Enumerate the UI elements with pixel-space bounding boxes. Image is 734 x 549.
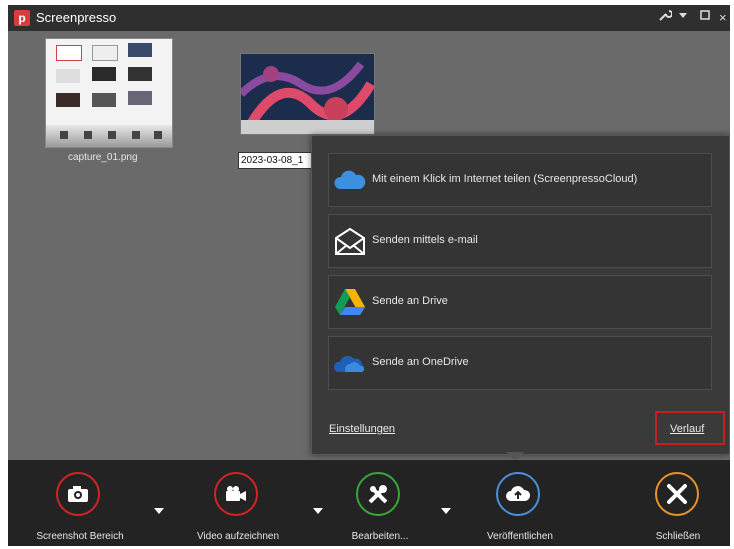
toolbar-button-label: Schließen [655,531,701,542]
video-options-dropdown[interactable] [313,508,323,514]
record-video-button[interactable]: Video aufzeichnen [197,460,286,546]
share-option-label: Mit einem Klick im Internet teilen (Scre… [372,173,638,185]
maximize-icon[interactable] [700,8,710,28]
settings-link[interactable]: Einstellungen [329,423,395,435]
file-name-label: capture_01.png [68,152,138,163]
history-link[interactable]: Verlauf [670,423,704,435]
close-window-button[interactable]: × [719,8,727,28]
envelope-icon [334,226,366,256]
tools-icon [356,472,400,516]
file-thumbnail-video[interactable] [240,53,375,135]
screenpresso-logo-icon: p [14,10,30,26]
wrench-icon[interactable] [658,8,673,28]
toolbar-button-label: Video aufzeichnen [196,531,280,542]
screenpresso-window: p Screenpresso × capture_01.png 2023-03-… [8,5,730,546]
dropdown-icon[interactable] [678,8,688,28]
camera-icon [56,472,100,516]
close-icon [655,472,699,516]
share-option-label: Senden mittels e-mail [372,234,478,246]
share-option-label: Sende an Drive [372,295,448,307]
share-menu-popup: Mit einem Klick im Internet teilen (Scre… [311,135,730,455]
google-drive-icon [334,287,366,317]
edit-options-dropdown[interactable] [441,508,451,514]
file-thumbnail-capture[interactable] [45,38,173,148]
video-camera-icon [214,472,258,516]
screenshot-area-button[interactable]: Screenshot Bereich [36,460,128,546]
edit-button[interactable]: Bearbeiten... [348,460,428,546]
video-preview-image [241,54,374,134]
toolbar-button-label: Screenshot Bereich [36,531,124,542]
share-option-google-drive[interactable]: Sende an Drive [328,275,712,329]
share-option-email[interactable]: Senden mittels e-mail [328,214,712,268]
file-name-edit-field[interactable]: 2023-03-08_1 [238,152,314,169]
title-bar: p Screenpresso × [8,5,730,31]
share-option-onedrive[interactable]: Sende an OneDrive [328,336,712,390]
screenshot-options-dropdown[interactable] [154,508,164,514]
toolbar-button-label: Veröffentlichen [487,531,553,542]
toolbar-button-label: Bearbeiten... [351,531,409,542]
window-title: Screenpresso [36,10,117,25]
share-option-screenpresso-cloud[interactable]: Mit einem Klick im Internet teilen (Scre… [328,153,712,207]
thumb-preview [56,45,82,61]
cloud-upload-icon [496,472,540,516]
thumb-toolbar [46,125,172,147]
publish-button[interactable]: Veröffentlichen [487,460,568,546]
main-toolbar: Screenshot Bereich Video aufzeichnen Bea… [8,460,730,546]
cloud-icon [334,165,366,195]
close-button[interactable]: Schließen [648,460,728,546]
share-option-label: Sende an OneDrive [372,356,469,368]
onedrive-icon [333,348,366,378]
